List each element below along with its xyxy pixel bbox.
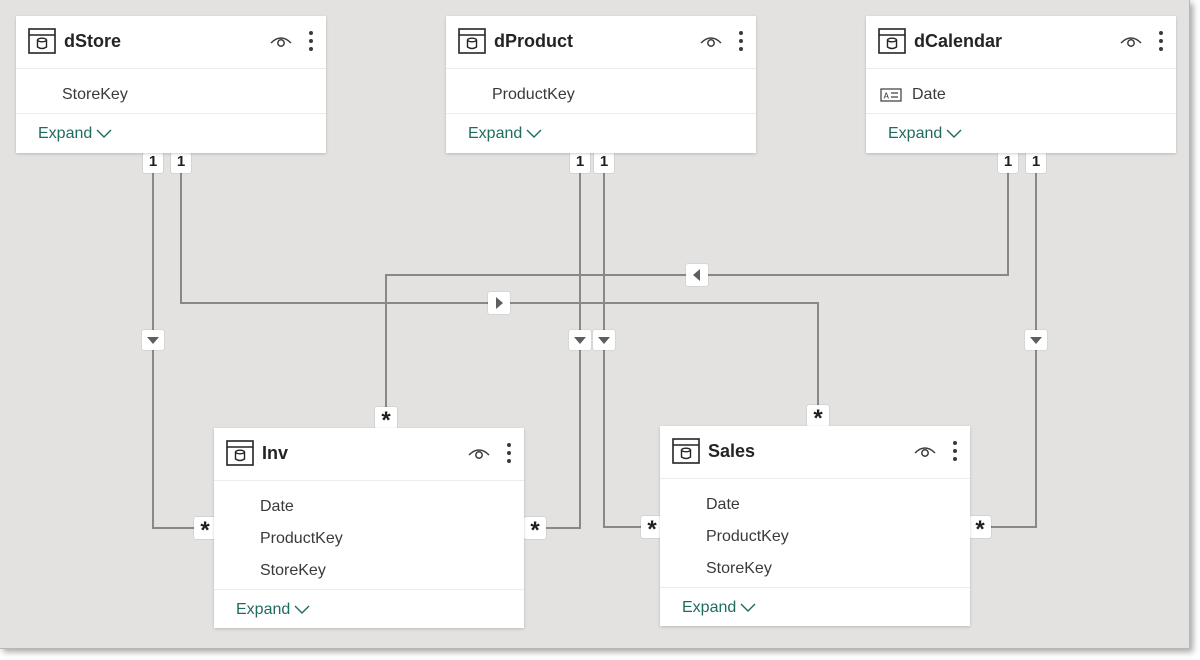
relationship-dcalendar-inv <box>385 172 1009 428</box>
field-row-productkey[interactable]: ProductKey <box>214 523 524 555</box>
expand-label: Expand <box>38 125 93 142</box>
chevron-down-icon <box>294 605 310 614</box>
more-options-icon[interactable] <box>950 440 960 462</box>
filter-direction-icon[interactable] <box>1025 330 1047 350</box>
cardinality-one-badge: 1 <box>570 151 590 173</box>
table-card-header[interactable]: dStore <box>16 16 326 69</box>
field-name: Date <box>706 496 740 513</box>
cardinality-one-badge: 1 <box>594 151 614 173</box>
cardinality-many-badge: * <box>969 516 991 543</box>
field-name: ProductKey <box>706 528 789 545</box>
expand-button[interactable]: Expand <box>866 113 1176 154</box>
field-name: Date <box>912 86 946 103</box>
eye-icon[interactable] <box>914 443 936 459</box>
eye-icon[interactable] <box>468 445 490 461</box>
more-options-icon[interactable] <box>504 442 514 464</box>
table-card-header[interactable]: Sales <box>660 426 970 479</box>
cardinality-many-badge: * <box>194 517 216 544</box>
field-name: StoreKey <box>260 562 326 579</box>
eye-icon[interactable] <box>700 33 722 49</box>
expand-label: Expand <box>236 601 291 618</box>
table-card-inv[interactable]: Inv Date ProductKey StoreKey Expand <box>214 428 524 628</box>
table-icon <box>28 28 56 54</box>
field-name: StoreKey <box>706 560 772 577</box>
expand-button[interactable]: Expand <box>446 113 756 154</box>
field-row-storekey[interactable]: StoreKey <box>16 79 326 111</box>
cardinality-many-badge: * <box>524 517 546 544</box>
field-name: ProductKey <box>492 86 575 103</box>
cardinality-one-badge: 1 <box>171 151 191 173</box>
field-name: StoreKey <box>62 86 128 103</box>
table-card-dproduct[interactable]: dProduct ProductKey Expand <box>446 16 756 153</box>
table-title: Sales <box>708 441 756 461</box>
cardinality-many-badge: * <box>375 407 397 434</box>
chevron-down-icon <box>526 129 542 138</box>
field-row-date[interactable]: Date <box>660 489 970 521</box>
expand-label: Expand <box>468 125 523 142</box>
expand-label: Expand <box>682 599 737 616</box>
table-icon <box>226 440 254 466</box>
table-card-header[interactable]: Inv <box>214 428 524 481</box>
model-diagram-canvas[interactable]: 1 1 1 1 1 1 * * * * * * dStore StoreKey … <box>0 0 1190 649</box>
chevron-down-icon <box>946 129 962 138</box>
eye-icon[interactable] <box>1120 33 1142 49</box>
expand-label: Expand <box>888 125 943 142</box>
chevron-down-icon <box>96 129 112 138</box>
table-card-sales[interactable]: Sales Date ProductKey StoreKey Expand <box>660 426 970 626</box>
more-options-icon[interactable] <box>736 30 746 52</box>
table-card-dcalendar[interactable]: dCalendar A Date Expand <box>866 16 1176 153</box>
filter-direction-icon[interactable] <box>569 330 591 350</box>
filter-direction-icon[interactable] <box>593 330 615 350</box>
table-card-header[interactable]: dProduct <box>446 16 756 69</box>
field-name: Date <box>260 498 294 515</box>
expand-button[interactable]: Expand <box>660 587 970 628</box>
cardinality-one-badge: 1 <box>1026 151 1046 173</box>
field-row-date[interactable]: Date <box>214 491 524 523</box>
more-options-icon[interactable] <box>306 30 316 52</box>
filter-direction-icon[interactable] <box>488 292 510 314</box>
expand-button[interactable]: Expand <box>214 589 524 630</box>
chevron-down-icon <box>740 603 756 612</box>
relationship-dstore-inv <box>152 172 214 529</box>
table-icon <box>672 438 700 464</box>
eye-icon[interactable] <box>270 33 292 49</box>
filter-direction-icon[interactable] <box>142 330 164 350</box>
cardinality-many-badge: * <box>807 405 829 432</box>
table-title: dCalendar <box>914 31 1003 51</box>
field-row-storekey[interactable]: StoreKey <box>660 553 970 585</box>
table-card-header[interactable]: dCalendar <box>866 16 1176 69</box>
field-name: ProductKey <box>260 530 343 547</box>
table-card-dstore[interactable]: dStore StoreKey Expand <box>16 16 326 153</box>
table-icon <box>878 28 906 54</box>
field-row-productkey[interactable]: ProductKey <box>446 79 756 111</box>
svg-text:A: A <box>884 92 890 101</box>
cardinality-one-badge: 1 <box>143 151 163 173</box>
field-row-productkey[interactable]: ProductKey <box>660 521 970 553</box>
filter-direction-icon[interactable] <box>686 264 708 286</box>
cardinality-one-badge: 1 <box>998 151 1018 173</box>
more-options-icon[interactable] <box>1156 30 1166 52</box>
field-row-date[interactable]: A Date <box>866 79 1176 111</box>
table-icon <box>458 28 486 54</box>
table-title: Inv <box>262 443 289 463</box>
date-field-icon: A <box>880 88 902 102</box>
table-title: dProduct <box>494 31 573 51</box>
table-title: dStore <box>64 31 122 51</box>
field-row-storekey[interactable]: StoreKey <box>214 555 524 587</box>
expand-button[interactable]: Expand <box>16 113 326 154</box>
